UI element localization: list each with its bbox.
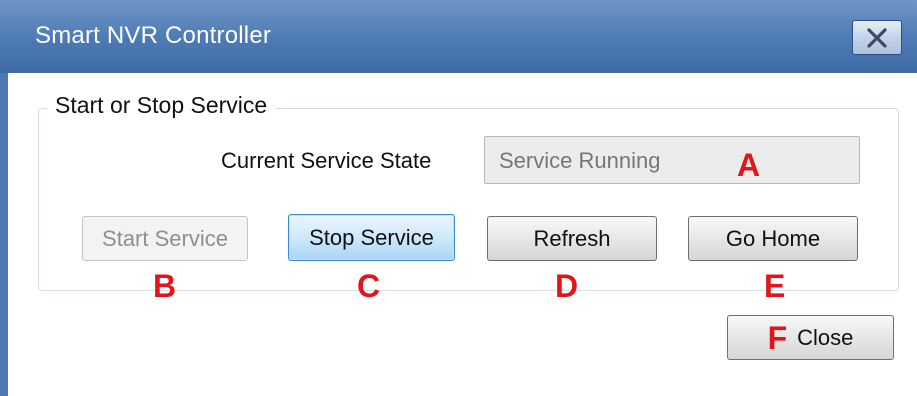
marker-c: C	[357, 268, 381, 304]
marker-d: D	[555, 268, 579, 304]
window-title: Smart NVR Controller	[35, 22, 272, 49]
title-bar[interactable]: Smart NVR Controller	[0, 0, 917, 73]
window-close-button[interactable]	[852, 20, 902, 55]
marker-e: E	[764, 268, 786, 304]
start-service-button[interactable]: Start Service	[82, 216, 248, 261]
service-state-label: Current Service State	[221, 148, 432, 173]
groupbox-legend: Start or Stop Service	[47, 92, 276, 119]
controller-window: Smart NVR Controller Start or Stop Servi…	[0, 0, 917, 396]
go-home-button[interactable]: Go Home	[688, 216, 858, 261]
refresh-button[interactable]: Refresh	[487, 216, 657, 261]
close-button-label: Close	[797, 324, 854, 350]
service-state-value: Service Running	[499, 148, 661, 173]
close-button[interactable]: F Close	[727, 315, 894, 360]
marker-b: B	[153, 268, 177, 304]
service-state-field: Service Running	[484, 136, 860, 184]
stop-service-button[interactable]: Stop Service	[288, 214, 455, 261]
close-x-icon	[867, 27, 887, 48]
marker-a: A	[737, 147, 761, 183]
marker-f: F	[767, 319, 788, 356]
